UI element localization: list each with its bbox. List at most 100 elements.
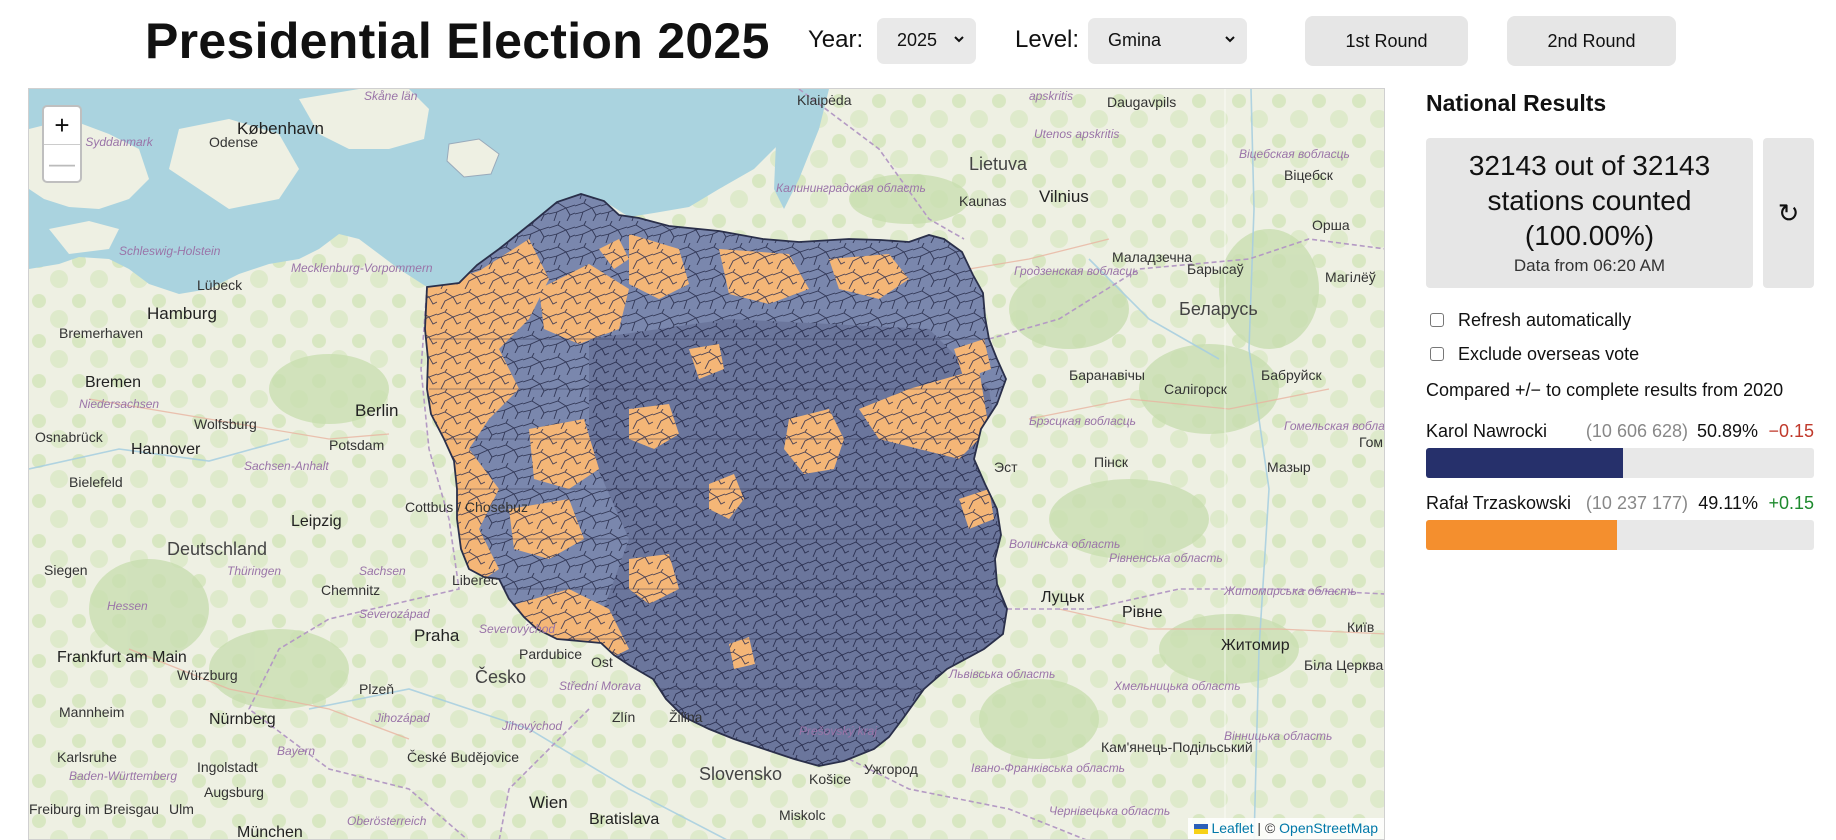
map-label: Эст [994, 459, 1018, 475]
chevron-down-icon [954, 36, 964, 43]
map-label: Košice [809, 771, 852, 787]
openstreetmap-link[interactable]: OpenStreetMap [1279, 820, 1378, 836]
map-label: Sachsen [359, 564, 406, 578]
map-label: Freiburg im Breisgau [29, 801, 159, 817]
map-label: Віцебская вобласць [1239, 147, 1350, 161]
map-label: Wolfsburg [194, 416, 257, 432]
map-label: Česko [475, 667, 527, 687]
map-label: Würzburg [177, 667, 238, 683]
map-label: Prešovský kraj [799, 724, 878, 738]
map-label: Волинська область [1009, 537, 1121, 551]
map-label: Гом [1359, 434, 1384, 450]
map-label: Nürnberg [209, 711, 276, 728]
map-label: Skåne län [364, 89, 418, 103]
map-label: Гродзенская вобласць [1014, 264, 1139, 278]
map-label: Severovýchod [479, 622, 556, 636]
map-label: České Budějovice [407, 749, 520, 765]
map-label: Osnabrück [35, 429, 103, 445]
map-label: Lietuva [969, 154, 1028, 174]
candidate-result-bar-fill [1426, 448, 1624, 478]
map-label: Пінск [1094, 454, 1129, 470]
zoom-control: + — [42, 105, 82, 183]
candidate-votes: (10 237 177) [1585, 493, 1688, 513]
year-label: Year: [808, 26, 864, 53]
map-label: Рівненська область [1109, 551, 1223, 565]
map-label: Liberec [452, 572, 498, 588]
refresh-automatically-label: Refresh automatically [1458, 310, 1632, 330]
leaflet-link[interactable]: Leaflet [1211, 820, 1253, 836]
year-select[interactable]: 2025 [877, 18, 976, 64]
map-label: Plzeň [359, 681, 395, 697]
candidate-result-bar [1426, 520, 1814, 550]
data-timestamp: Data from 06:20 AM [1513, 256, 1666, 275]
zoom-out-button[interactable]: — [44, 144, 80, 181]
map-label: Lübeck [197, 277, 243, 293]
map-label: Ulm [169, 801, 194, 817]
map-label: Вінницька область [1224, 729, 1333, 743]
ukraine-flag-icon [1194, 824, 1209, 834]
map-label: Sachsen-Anhalt [244, 459, 329, 473]
page-title: Presidential Election 2025 [145, 13, 770, 69]
map-label: Thüringen [227, 564, 282, 578]
candidate-name: Karol Nawrocki [1426, 421, 1548, 441]
map-label: Беларусь [1179, 299, 1258, 319]
map-label: Potsdam [329, 437, 385, 453]
refresh-button[interactable]: ↻ [1763, 138, 1814, 288]
map-label: Frankfurt am Main [57, 649, 187, 666]
map-label: Wien [529, 793, 568, 812]
map-label: Мазыр [1267, 459, 1311, 475]
map-label: München [237, 824, 303, 840]
map-label: Ost [591, 654, 613, 670]
map-label: Хмельницька область [1114, 679, 1241, 693]
year-select-value: 2025 [897, 30, 938, 50]
map-label: Bielefeld [69, 474, 123, 490]
map-label: Praha [414, 626, 460, 645]
second-round-button[interactable]: 2nd Round [1507, 16, 1676, 66]
candidate-change: −0.15 [1768, 421, 1814, 441]
map-label: Oberösterreich [347, 814, 427, 828]
chevron-down-icon [1225, 36, 1235, 43]
candidate-percent: 50.89% [1696, 421, 1758, 441]
level-select[interactable]: Gmina [1088, 18, 1247, 64]
map-label: Baden-Württemberg [69, 769, 178, 783]
refresh-automatically-checkbox[interactable]: Refresh automatically [1426, 310, 1631, 331]
map-label: Ingolstadt [197, 759, 258, 775]
map-label: Slovensko [699, 764, 783, 784]
map-label: Івано-Франківська область [971, 761, 1125, 775]
map-label: Віцебск [1284, 167, 1333, 183]
candidate-name: Rafał Trzaskowski [1426, 493, 1572, 513]
map-label: Маладзечна [1112, 249, 1193, 265]
map-label: Žilina [669, 709, 703, 725]
map-label: Severozápad [359, 607, 430, 621]
map-label: apskritis [1029, 89, 1074, 103]
map-label: Klaipėda [797, 92, 852, 108]
map-label: Баранавічы [1069, 367, 1145, 383]
exclude-overseas-checkbox[interactable]: Exclude overseas vote [1426, 344, 1639, 365]
map-label: Hessen [107, 599, 148, 613]
level-label: Level: [1015, 26, 1080, 53]
map-label: Zlín [612, 709, 636, 725]
map-label: Bremen [85, 374, 142, 391]
map-label: Augsburg [204, 784, 264, 800]
map-attribution: Leaflet | © OpenStreetMap [1188, 818, 1384, 839]
map-label: Гомельская вобласць [1284, 419, 1385, 433]
map-label: Калининградская область [776, 181, 926, 195]
refresh-icon: ↻ [1777, 198, 1800, 228]
map-label: Niedersachsen [79, 397, 160, 411]
map-label: Jihovýchod [502, 719, 563, 733]
first-round-button[interactable]: 1st Round [1305, 16, 1468, 66]
map-label: Bayern [277, 744, 316, 758]
map-label: Чернівецька область [1049, 804, 1171, 818]
stations-counted-text: 32143 out of 32143 stations counted (100… [1468, 150, 1711, 251]
candidate-row: Karol Nawrocki (10 606 628) 50.89% −0.15 [1426, 421, 1814, 445]
checkbox-icon [1430, 313, 1444, 327]
comparison-note: Compared +/− to complete results from 20… [1426, 380, 1784, 400]
map-label: Житомир [1221, 637, 1290, 654]
zoom-in-button[interactable]: + [44, 107, 80, 144]
checkbox-icon [1430, 347, 1444, 361]
map-label: Біла Церква [1304, 657, 1384, 673]
map-label: Odense [209, 134, 259, 150]
map-label: Київ [1347, 619, 1375, 635]
election-map[interactable]: København Odense Skåne län Region Syddan… [28, 88, 1385, 840]
candidate-result-bar [1426, 448, 1814, 478]
